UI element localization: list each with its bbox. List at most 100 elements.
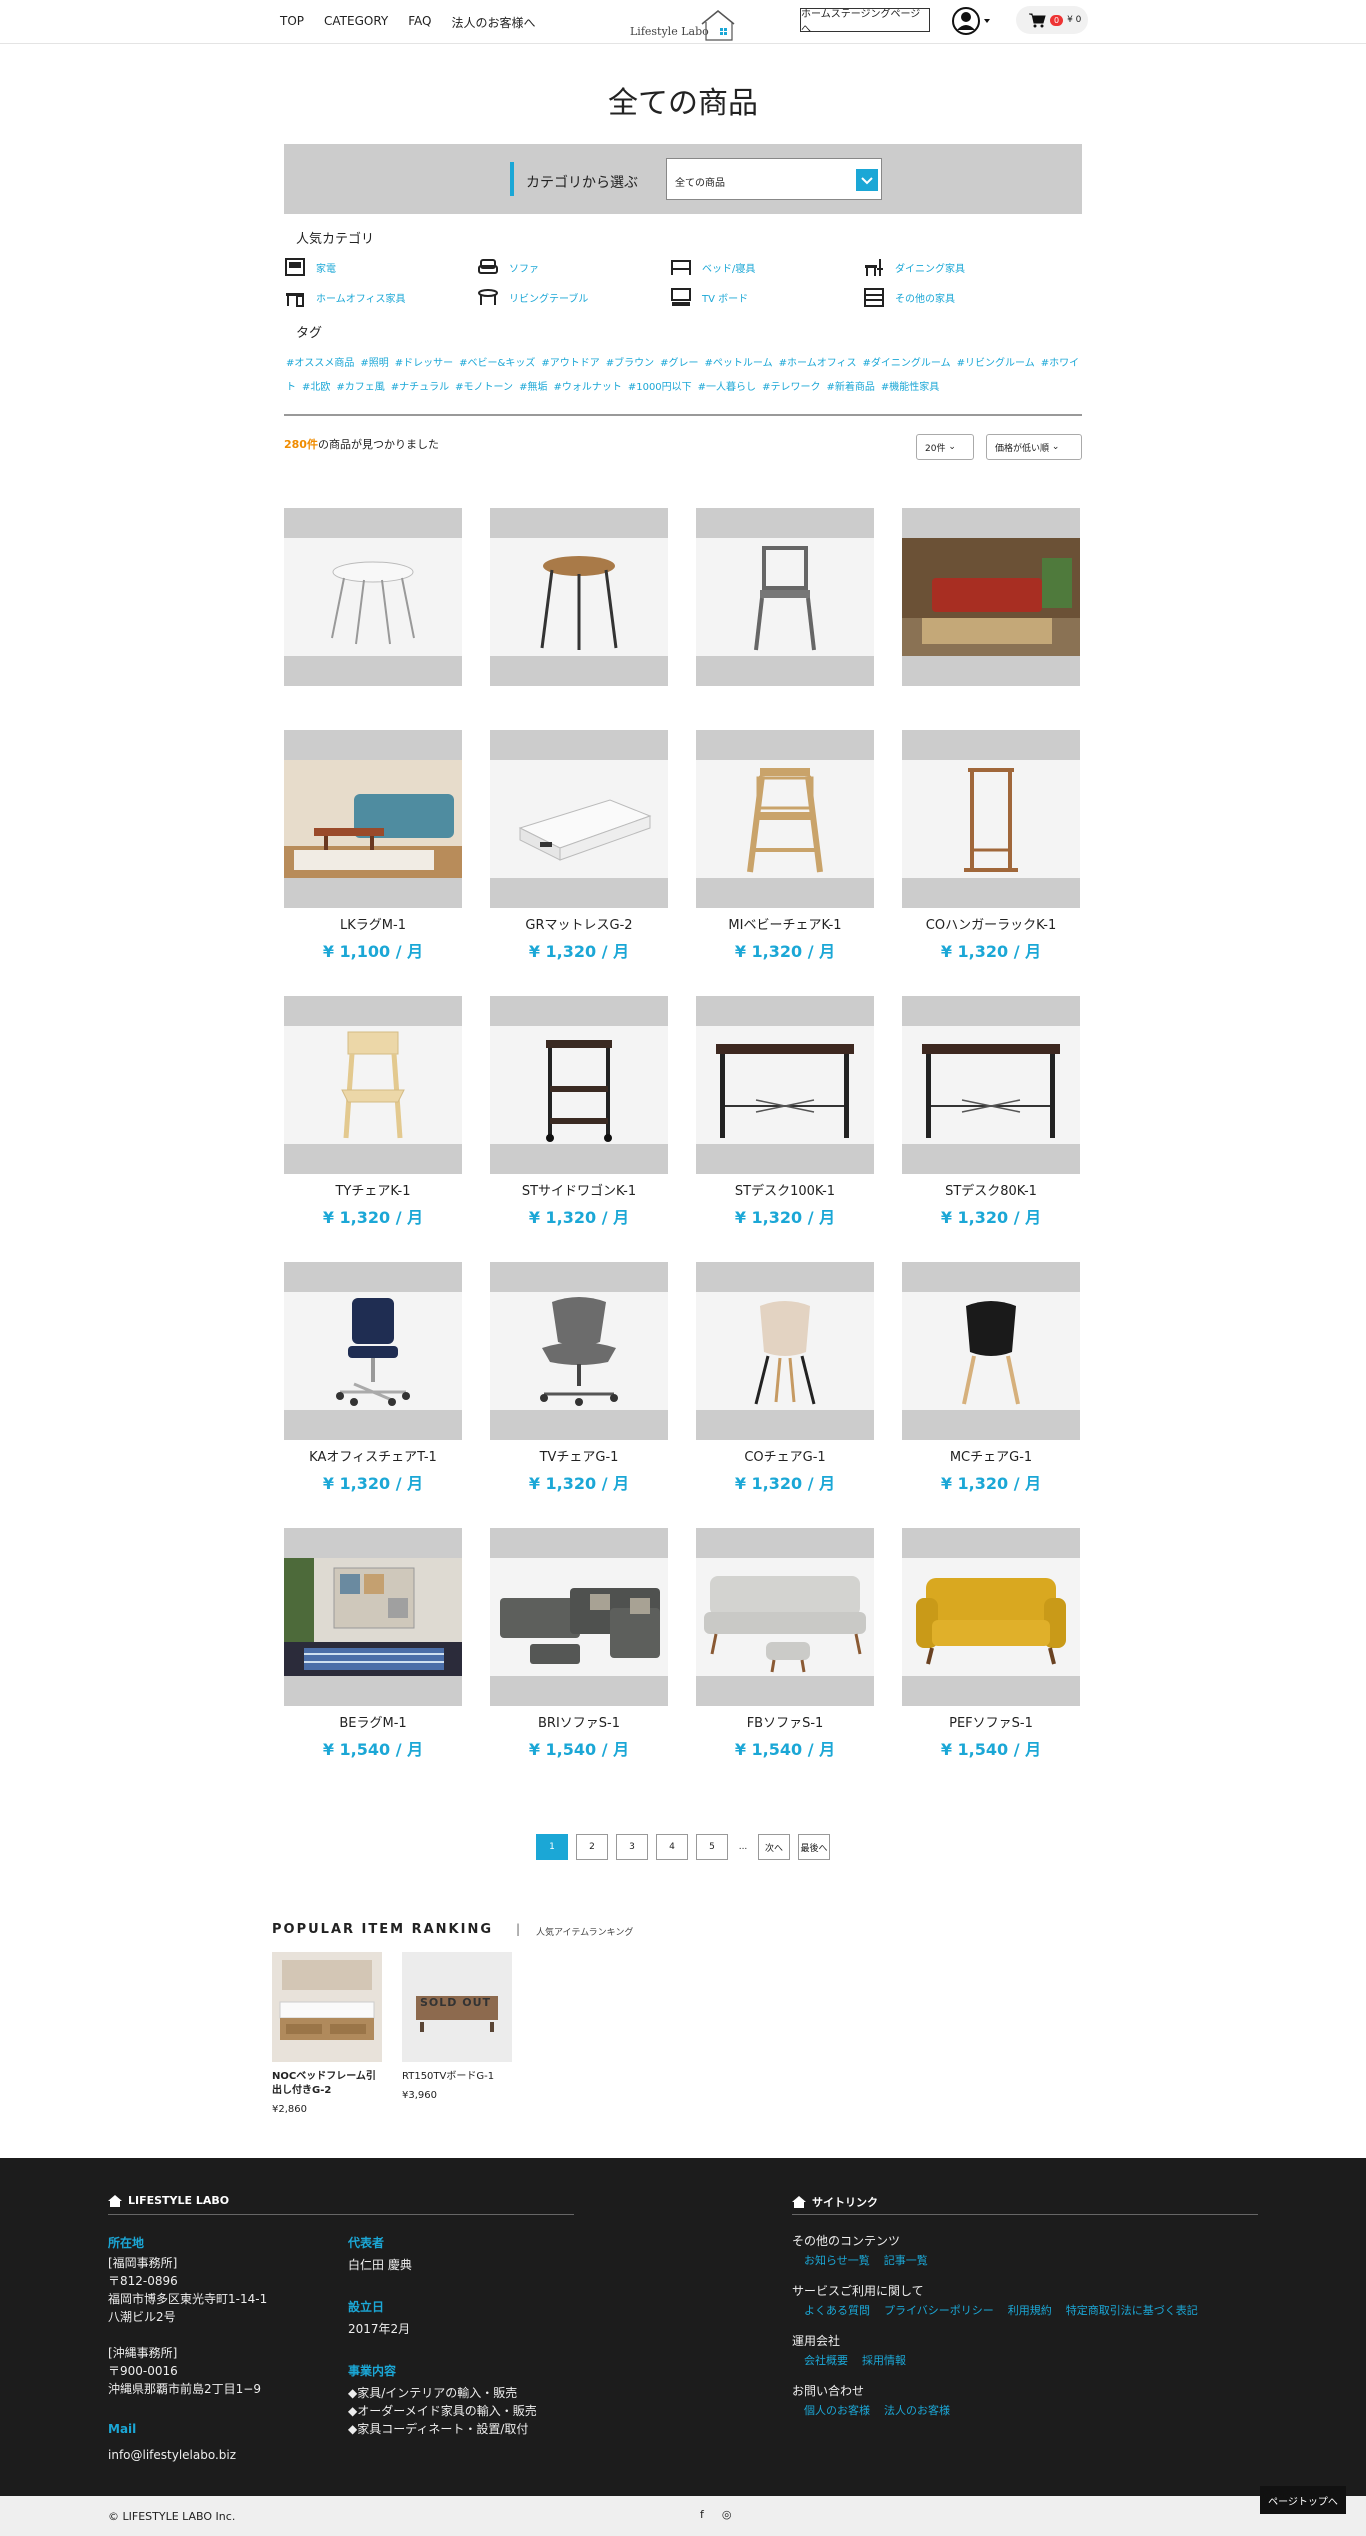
category-link[interactable]: 家電 [284, 256, 477, 278]
tag-link[interactable]: #ホームオフィス [779, 358, 857, 369]
tag-link[interactable]: #アウトドア [541, 358, 599, 369]
rep-label: 代表者 [348, 2236, 385, 2250]
tag-link[interactable]: #照明 [360, 358, 388, 369]
product-name: COハンガーラックK-1 [925, 918, 1057, 933]
page-2[interactable]: 2 [576, 1834, 608, 1860]
product-name: FBソファS-1 [746, 1716, 824, 1731]
category-link[interactable]: ダイニング家具 [863, 256, 1056, 278]
site-logo[interactable]: Lifestyle Labo [628, 8, 738, 42]
page-top-button[interactable]: ページトップへ [1260, 2486, 1346, 2514]
home-staging-button[interactable]: ホームステージングページへ [800, 8, 930, 35]
tag-link[interactable]: #モノトーン [455, 382, 513, 393]
tag-link[interactable]: #ペットルーム [705, 358, 773, 369]
facebook-icon[interactable]: f [700, 2508, 704, 2521]
sort-select[interactable]: 価格が低い順 ⌄ [986, 434, 1082, 460]
ranking-item[interactable]: SOLD OUT RT150TVボードG-1 ¥3,960 [402, 1952, 512, 2101]
footer-link[interactable]: よくある質問 [804, 2302, 870, 2318]
category-link[interactable]: ホームオフィス家具 [284, 286, 477, 308]
tag-link[interactable]: #新着商品 [826, 382, 874, 393]
tag-link[interactable]: #オススメ商品 [286, 358, 354, 369]
footer-link[interactable]: お知らせ一覧 [804, 2252, 870, 2268]
product-card[interactable]: PEFソファS-1 ¥ 1,540 / 月 [902, 1528, 1080, 1794]
ranking-subheading: 人気アイテムランキング [536, 1928, 634, 1938]
user-menu[interactable] [952, 6, 992, 40]
tag-link[interactable]: #北欧 [302, 382, 330, 393]
next-page-button[interactable]: 次へ [758, 1834, 790, 1860]
footer-link[interactable]: 記事一覧 [884, 2252, 928, 2268]
tag-link[interactable]: #1000円以下 [628, 382, 692, 393]
page-5[interactable]: 5 [696, 1834, 728, 1860]
footer-link[interactable]: プライバシーポリシー [884, 2302, 994, 2318]
product-name: COチェアG-1 [744, 1450, 826, 1465]
tag-link[interactable]: #ナチュラル [391, 382, 449, 393]
product-card[interactable]: BRIソファS-1 ¥ 1,540 / 月 [490, 1528, 668, 1794]
chevron-down-icon: ⌄ [1051, 442, 1060, 452]
nav-category[interactable]: CATEGORY [324, 14, 388, 31]
product-card[interactable]: STデスク100K-1 ¥ 1,320 / 月 [696, 996, 874, 1262]
tag-link[interactable]: #テレワーク [762, 382, 820, 393]
ranking-item[interactable]: NOCベッドフレーム引出し付きG-2 ¥2,860 [272, 1952, 382, 2115]
product-card[interactable] [902, 508, 1080, 730]
category-link[interactable]: その他の家具 [863, 286, 1056, 308]
product-card[interactable]: STサイドワゴンK-1 ¥ 1,320 / 月 [490, 996, 668, 1262]
product-card[interactable] [490, 508, 668, 730]
site-links-group-title: お問い合わせ [792, 2384, 865, 2398]
category-select[interactable]: 全ての商品 [666, 158, 882, 200]
product-card[interactable] [696, 508, 874, 730]
tag-link[interactable]: #ダイニングルーム [863, 358, 951, 369]
footer-link[interactable]: 個人のお客様 [804, 2402, 870, 2418]
product-card[interactable]: TYチェアK-1 ¥ 1,320 / 月 [284, 996, 462, 1262]
footer-link[interactable]: 法人のお客様 [884, 2402, 950, 2418]
product-card[interactable]: MIベビーチェアK-1 ¥ 1,320 / 月 [696, 730, 874, 996]
tag-link[interactable]: #機能性家具 [881, 382, 939, 393]
house-icon [108, 2194, 122, 2207]
bed-icon [671, 260, 691, 275]
product-card[interactable]: LKラグM-1 ¥ 1,100 / 月 [284, 730, 462, 996]
ranking-item-name: RT150TVボードG-1 [402, 2071, 495, 2082]
product-card[interactable]: STデスク80K-1 ¥ 1,320 / 月 [902, 996, 1080, 1262]
tag-link[interactable]: #ベビー&キッズ [459, 358, 535, 369]
product-card[interactable]: MCチェアG-1 ¥ 1,320 / 月 [902, 1262, 1080, 1528]
mail-link[interactable]: info@lifestylelabo.biz [108, 2446, 236, 2464]
product-image [284, 1262, 462, 1440]
tag-link[interactable]: #カフェ風 [336, 382, 384, 393]
nav-top[interactable]: TOP [280, 14, 304, 31]
product-card[interactable]: COチェアG-1 ¥ 1,320 / 月 [696, 1262, 874, 1528]
page-1[interactable]: 1 [536, 1834, 568, 1860]
tag-link[interactable]: #リビングルーム [957, 358, 1035, 369]
tag-link[interactable]: #ウォルナット [553, 382, 621, 393]
tag-link[interactable]: #ドレッサー [395, 358, 453, 369]
nav-corporate[interactable]: 法人のお客様へ [451, 14, 535, 31]
ranking-item-price: ¥2,860 [272, 2104, 307, 2115]
page-3[interactable]: 3 [616, 1834, 648, 1860]
category-link[interactable]: ベッド/寝具 [670, 256, 863, 278]
footer-link[interactable]: 採用情報 [862, 2352, 906, 2368]
category-link[interactable]: リビングテーブル [477, 286, 670, 308]
site-header: TOP CATEGORY FAQ 法人のお客様へ Lifestyle Labo … [0, 0, 1366, 44]
footer-link[interactable]: 利用規約 [1008, 2302, 1052, 2318]
footer-link[interactable]: 特定商取引法に基づく表記 [1066, 2302, 1198, 2318]
instagram-icon[interactable]: ◎ [722, 2508, 732, 2521]
nav-faq[interactable]: FAQ [408, 14, 431, 31]
category-link[interactable]: TV ボード [670, 286, 863, 308]
product-card[interactable]: GRマットレスG-2 ¥ 1,320 / 月 [490, 730, 668, 996]
product-card[interactable]: COハンガーラックK-1 ¥ 1,320 / 月 [902, 730, 1080, 996]
cart-total: ¥ 0 [1067, 15, 1082, 25]
tag-link[interactable]: #無垢 [519, 382, 547, 393]
tag-link[interactable]: #グレー [660, 358, 698, 369]
tag-link[interactable]: #ブラウン [606, 358, 654, 369]
product-image [490, 996, 668, 1174]
last-page-button[interactable]: 最後へ [798, 1834, 830, 1860]
product-card[interactable]: BEラグM-1 ¥ 1,540 / 月 [284, 1528, 462, 1794]
sold-out-label: SOLD OUT [420, 1996, 492, 2009]
product-card[interactable]: TVチェアG-1 ¥ 1,320 / 月 [490, 1262, 668, 1528]
footer-link[interactable]: 会社概要 [804, 2352, 848, 2368]
category-link[interactable]: ソファ [477, 256, 670, 278]
per-page-select[interactable]: 20件 ⌄ [916, 434, 974, 460]
cart-button[interactable]: 0 ¥ 0 [1016, 6, 1088, 34]
product-card[interactable]: FBソファS-1 ¥ 1,540 / 月 [696, 1528, 874, 1794]
tag-link[interactable]: #一人暮らし [698, 382, 756, 393]
page-4[interactable]: 4 [656, 1834, 688, 1860]
product-card[interactable]: KAオフィスチェアT-1 ¥ 1,320 / 月 [284, 1262, 462, 1528]
product-card[interactable] [284, 508, 462, 730]
